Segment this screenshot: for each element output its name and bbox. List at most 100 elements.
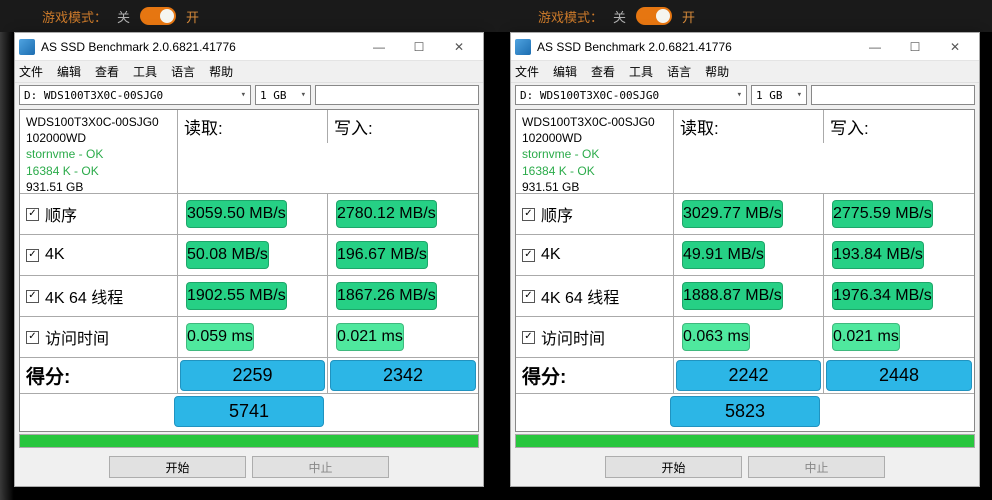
drive-model: WDS100T3X0C-00SJG0 [522, 114, 655, 130]
benchmark-window-left: AS SSD Benchmark 2.0.6821.41776 — ☐ ✕ 文件… [14, 32, 484, 487]
align-status: 16384 K - OK [522, 163, 595, 179]
maximize-button[interactable]: ☐ [399, 34, 439, 60]
app-icon [515, 39, 531, 55]
4k64-label: 4K 64 线程 [541, 284, 619, 308]
score-label: 得分: [20, 358, 178, 393]
titlebar[interactable]: AS SSD Benchmark 2.0.6821.41776 — ☐ ✕ [15, 33, 483, 61]
text-input[interactable] [315, 85, 479, 105]
align-status: 16384 K - OK [26, 163, 99, 179]
4k-checkbox[interactable]: ✓ [26, 249, 39, 262]
stop-button[interactable]: 中止 [252, 456, 389, 478]
close-button[interactable]: ✕ [439, 34, 479, 60]
results-grid: WDS100T3X0C-00SJG0 102000WD stornvme - O… [19, 109, 479, 432]
seq-read: 3059.50 MB/s [186, 200, 287, 228]
mode-off-label[interactable]: 关 [117, 7, 130, 26]
seq-checkbox[interactable]: ✓ [522, 208, 535, 221]
score-read: 2242 [676, 360, 821, 391]
4k-checkbox[interactable]: ✓ [522, 249, 535, 262]
seq-checkbox[interactable]: ✓ [26, 208, 39, 221]
4k64-label: 4K 64 线程 [45, 284, 123, 308]
size-select[interactable]: 1 GB ▾ [751, 85, 807, 105]
game-mode-toggle[interactable] [140, 7, 176, 25]
game-mode-toggle[interactable] [636, 7, 672, 25]
panel-left: 游戏模式： 关 开 AS SSD Benchmark 2.0.6821.4177… [0, 0, 496, 500]
progress-bar [19, 434, 479, 448]
4k-write: 193.84 MB/s [832, 241, 924, 269]
chevron-down-icon: ▾ [301, 90, 306, 100]
menu-lang[interactable]: 语言 [171, 63, 195, 80]
game-mode-bar: 游戏模式： 关 开 [496, 0, 992, 32]
access-write: 0.021 ms [336, 323, 404, 351]
access-read: 0.063 ms [682, 323, 750, 351]
menu-edit[interactable]: 编辑 [553, 63, 577, 80]
drive-select-value: D: WDS100T3X0C-00SJG0 [520, 89, 659, 102]
size-select[interactable]: 1 GB ▾ [255, 85, 311, 105]
4k64-read: 1888.87 MB/s [682, 282, 783, 310]
menubar: 文件 编辑 查看 工具 语言 帮助 [15, 61, 483, 83]
mode-on-label[interactable]: 开 [682, 7, 695, 26]
menu-view[interactable]: 查看 [95, 63, 119, 80]
seq-label: 顺序 [45, 202, 77, 226]
menubar: 文件 编辑 查看 工具 语言 帮助 [511, 61, 979, 83]
header-write: 写入: [328, 110, 478, 143]
mode-on-label[interactable]: 开 [186, 7, 199, 26]
driver-status: stornvme - OK [26, 146, 103, 162]
menu-lang[interactable]: 语言 [667, 63, 691, 80]
drive-select[interactable]: D: WDS100T3X0C-00SJG0 ▾ [515, 85, 747, 105]
score-total: 5823 [670, 396, 820, 427]
drive-select[interactable]: D: WDS100T3X0C-00SJG0▾ [19, 85, 251, 105]
access-write: 0.021 ms [832, 323, 900, 351]
access-read: 0.059 ms [186, 323, 254, 351]
drive-capacity: 931.51 GB [26, 179, 83, 195]
4k64-write: 1976.34 MB/s [832, 282, 933, 310]
header-read: 读取: [178, 110, 328, 143]
panel-right: 游戏模式： 关 开 AS SSD Benchmark 2.0.6821.4177… [496, 0, 992, 500]
4k64-checkbox[interactable]: ✓ [522, 290, 535, 303]
chevron-down-icon: ▾ [737, 90, 742, 100]
stop-button[interactable]: 中止 [748, 456, 885, 478]
maximize-button[interactable]: ☐ [895, 34, 935, 60]
seq-read: 3029.77 MB/s [682, 200, 783, 228]
menu-help[interactable]: 帮助 [209, 63, 233, 80]
access-label: 访问时间 [541, 325, 605, 349]
4k64-checkbox[interactable]: ✓ [26, 290, 39, 303]
window-title: AS SSD Benchmark 2.0.6821.41776 [537, 40, 855, 54]
menu-file[interactable]: 文件 [515, 63, 539, 80]
start-button[interactable]: 开始 [605, 456, 742, 478]
minimize-button[interactable]: — [855, 34, 895, 60]
menu-tools[interactable]: 工具 [629, 63, 653, 80]
results-grid: WDS100T3X0C-00SJG0 102000WD stornvme - O… [515, 109, 975, 432]
text-input[interactable] [811, 85, 975, 105]
score-write: 2448 [826, 360, 972, 391]
mode-off-label[interactable]: 关 [613, 7, 626, 26]
score-total: 5741 [174, 396, 324, 427]
seq-label: 顺序 [541, 202, 573, 226]
size-select-value: 1 GB [756, 89, 783, 102]
minimize-button[interactable]: — [359, 34, 399, 60]
control-row: D: WDS100T3X0C-00SJG0▾ 1 GB ▾ [15, 83, 483, 107]
seq-write: 2775.59 MB/s [832, 200, 933, 228]
menu-tools[interactable]: 工具 [133, 63, 157, 80]
access-checkbox[interactable]: ✓ [26, 331, 39, 344]
driver-status: stornvme - OK [522, 146, 599, 162]
4k-read: 49.91 MB/s [682, 241, 765, 269]
chevron-down-icon: ▾ [797, 90, 802, 100]
header-read: 读取: [674, 110, 824, 143]
4k-label: 4K [45, 246, 65, 264]
4k64-write: 1867.26 MB/s [336, 282, 437, 310]
size-select-value: 1 GB [260, 89, 287, 102]
game-mode-bar: 游戏模式： 关 开 [0, 0, 496, 32]
access-label: 访问时间 [45, 325, 109, 349]
menu-help[interactable]: 帮助 [705, 63, 729, 80]
menu-file[interactable]: 文件 [19, 63, 43, 80]
start-button[interactable]: 开始 [109, 456, 246, 478]
drive-select-value: D: WDS100T3X0C-00SJG0 [24, 89, 163, 102]
close-button[interactable]: ✕ [935, 34, 975, 60]
menu-view[interactable]: 查看 [591, 63, 615, 80]
drive-serial: 102000WD [522, 130, 582, 146]
access-checkbox[interactable]: ✓ [522, 331, 535, 344]
titlebar[interactable]: AS SSD Benchmark 2.0.6821.41776 — ☐ ✕ [511, 33, 979, 61]
drive-capacity: 931.51 GB [522, 179, 579, 195]
header-write: 写入: [824, 110, 974, 143]
menu-edit[interactable]: 编辑 [57, 63, 81, 80]
